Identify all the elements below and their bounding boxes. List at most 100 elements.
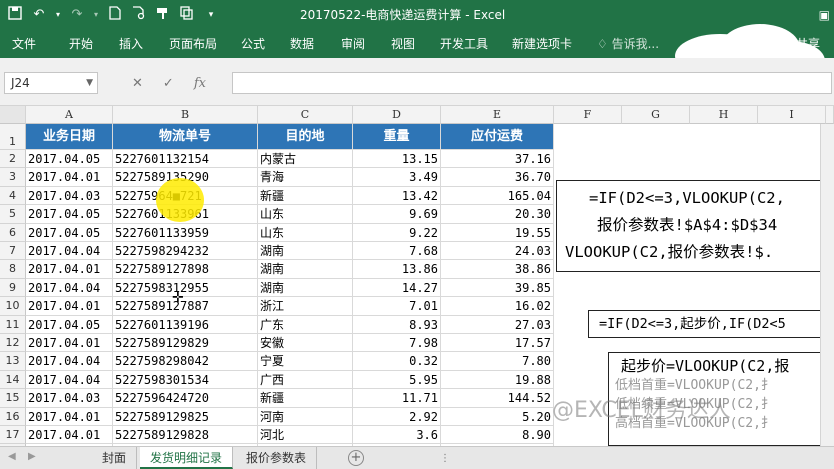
table-cell[interactable]: 13.42 — [353, 186, 441, 206]
col-header-a[interactable]: A — [26, 106, 113, 124]
table-cell[interactable]: 5227589129829 — [113, 334, 258, 353]
cancel-icon[interactable]: ✕ — [132, 76, 143, 91]
row-header[interactable]: 17 — [0, 426, 26, 445]
table-cell[interactable]: 7.80 — [441, 352, 554, 371]
table-cell[interactable]: 2017.04.05 — [26, 205, 113, 224]
table-cell[interactable]: 3.49 — [353, 168, 441, 187]
table-cell[interactable]: 2.92 — [353, 407, 441, 426]
sheet-prev-icon[interactable]: ◀ — [8, 451, 16, 462]
table-cell[interactable]: 2017.04.03 — [26, 186, 113, 206]
col-header-j[interactable] — [826, 106, 834, 124]
table-cell[interactable]: 13.15 — [353, 150, 441, 169]
tab-insert[interactable]: 插入 — [119, 30, 143, 58]
table-cell[interactable]: 19.88 — [441, 370, 554, 390]
table-cell[interactable]: 13.86 — [353, 260, 441, 279]
col-header-c[interactable]: C — [258, 106, 353, 124]
table-cell[interactable]: 16.02 — [441, 297, 554, 316]
table-cell[interactable]: 7.01 — [353, 297, 441, 316]
table-cell[interactable]: 2017.04.01 — [26, 297, 113, 316]
table-cell[interactable]: 新疆 — [258, 186, 353, 206]
table-cell[interactable]: 河北 — [258, 426, 353, 445]
table-cell[interactable]: 9.22 — [353, 223, 441, 242]
table-cell[interactable]: 2017.04.01 — [26, 426, 113, 445]
table-cell[interactable]: 湖南 — [258, 242, 353, 261]
save-icon[interactable] — [6, 6, 24, 24]
table-cell[interactable]: 广西 — [258, 370, 353, 390]
redo-dropdown-icon[interactable]: ▾ — [92, 6, 100, 24]
table-cell[interactable]: 5227601139196 — [113, 315, 258, 334]
row-header[interactable]: 5 — [0, 205, 26, 224]
table-cell[interactable]: 5227598294232 — [113, 242, 258, 261]
row-header[interactable]: 6 — [0, 223, 26, 242]
row-header[interactable]: 4 — [0, 186, 26, 206]
vertical-scrollbar[interactable] — [820, 124, 834, 446]
table-cell[interactable]: 2017.04.05 — [26, 315, 113, 334]
col-header-b[interactable]: B — [113, 106, 258, 124]
header-cell[interactable]: 物流单号 — [113, 124, 258, 150]
table-cell[interactable]: 山东 — [258, 205, 353, 224]
table-cell[interactable]: 14.27 — [353, 278, 441, 298]
table-cell[interactable]: 17.57 — [441, 334, 554, 353]
sheet-tab-quote-params[interactable]: 报价参数表 — [236, 447, 318, 469]
table-cell[interactable]: 湖南 — [258, 278, 353, 298]
table-cell[interactable]: 39.85 — [441, 278, 554, 298]
table-cell[interactable]: 2017.04.01 — [26, 334, 113, 353]
table-cell[interactable]: 2017.04.05 — [26, 223, 113, 242]
row-header[interactable]: 9 — [0, 278, 26, 298]
row-header[interactable]: 2 — [0, 150, 26, 169]
table-cell[interactable]: 5227601133959 — [113, 223, 258, 242]
table-cell[interactable]: 3.6 — [353, 426, 441, 445]
undo-icon[interactable]: ↶ — [30, 6, 48, 24]
formula-input[interactable] — [232, 72, 832, 94]
table-cell[interactable]: 5227598298042 — [113, 352, 258, 371]
tab-data[interactable]: 数据 — [290, 30, 314, 58]
table-cell[interactable]: 5227598312955 — [113, 278, 258, 298]
col-header-f[interactable]: F — [554, 106, 622, 124]
table-cell[interactable]: 湖南 — [258, 260, 353, 279]
tell-me-search[interactable]: ♢ 告诉我... — [597, 30, 659, 58]
header-cell[interactable]: 重量 — [353, 124, 441, 150]
tab-review[interactable]: 审阅 — [341, 30, 365, 58]
redo-icon[interactable]: ↷ — [68, 6, 86, 24]
table-cell[interactable]: 5.20 — [441, 407, 554, 426]
table-cell[interactable]: 山东 — [258, 223, 353, 242]
table-cell[interactable]: 安徽 — [258, 334, 353, 353]
table-cell[interactable]: 11.71 — [353, 389, 441, 408]
table-cell[interactable]: 5227589127887 — [113, 297, 258, 316]
format-painter-icon[interactable] — [154, 6, 172, 24]
table-cell[interactable]: 青海 — [258, 168, 353, 187]
table-cell[interactable]: 19.55 — [441, 223, 554, 242]
table-cell[interactable]: 37.16 — [441, 150, 554, 169]
table-cell[interactable]: 36.70 — [441, 168, 554, 187]
table-cell[interactable]: 5.95 — [353, 370, 441, 390]
table-cell[interactable]: 8.93 — [353, 315, 441, 334]
table-cell[interactable]: 2017.04.01 — [26, 168, 113, 187]
table-cell[interactable]: 165.04 — [441, 186, 554, 206]
table-cell[interactable]: 5227589129825 — [113, 407, 258, 426]
tab-page-layout[interactable]: 页面布局 — [169, 30, 217, 58]
table-cell[interactable]: 2017.04.04 — [26, 352, 113, 371]
table-cell[interactable]: 24.03 — [441, 242, 554, 261]
row-header[interactable]: 15 — [0, 389, 26, 408]
chevron-down-icon[interactable]: ▼ — [86, 73, 93, 93]
customize-icon[interactable]: ▾ — [202, 6, 220, 24]
name-box[interactable]: J24 ▼ — [4, 72, 98, 94]
tab-developer[interactable]: 开发工具 — [440, 30, 488, 58]
table-cell[interactable]: 广东 — [258, 315, 353, 334]
row-header[interactable]: 7 — [0, 242, 26, 261]
undo-dropdown-icon[interactable]: ▾ — [54, 6, 62, 24]
row-header[interactable]: 12 — [0, 334, 26, 353]
table-cell[interactable]: 2017.04.01 — [26, 407, 113, 426]
row-header[interactable]: 16 — [0, 407, 26, 426]
row-header[interactable]: 1 — [0, 124, 26, 150]
table-cell[interactable]: 7.68 — [353, 242, 441, 261]
table-cell[interactable]: 河南 — [258, 407, 353, 426]
select-all-corner[interactable] — [0, 106, 26, 124]
table-cell[interactable]: 0.32 — [353, 352, 441, 371]
row-header[interactable]: 13 — [0, 352, 26, 371]
table-cell[interactable]: 20.30 — [441, 205, 554, 224]
tab-new[interactable]: 新建选项卡 — [512, 30, 572, 58]
table-cell[interactable]: 内蒙古 — [258, 150, 353, 169]
header-cell[interactable]: 目的地 — [258, 124, 353, 150]
tab-view[interactable]: 视图 — [391, 30, 415, 58]
